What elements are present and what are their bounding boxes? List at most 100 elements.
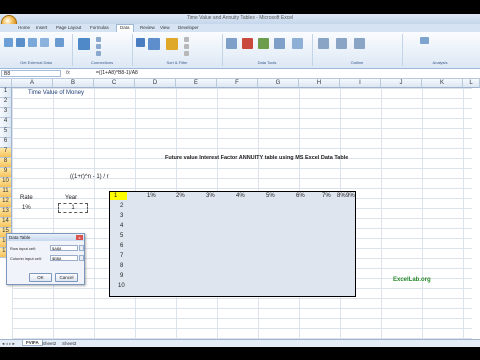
column-header[interactable]: K	[422, 79, 463, 88]
formula-input[interactable]: =((1+A8)^B8-1)/A8	[96, 70, 138, 76]
column-range-picker-icon[interactable]	[79, 255, 84, 261]
tab-insert[interactable]: Insert	[36, 25, 47, 30]
tab-page-layout[interactable]: Page Layout	[56, 25, 81, 30]
column-header[interactable]: I	[340, 79, 381, 88]
year-row-label: 3	[120, 213, 124, 219]
column-header[interactable]: E	[176, 79, 217, 88]
table-heading: Future value Interest Factor ANNUITY tab…	[165, 155, 349, 161]
column-header[interactable]: J	[381, 79, 422, 88]
column-header[interactable]: A	[12, 79, 53, 88]
row-header[interactable]: 8	[0, 158, 12, 168]
watermark: ExcelLab.org	[393, 277, 431, 283]
column-input-label: Column input cell:	[10, 256, 42, 261]
tab-nav-icon[interactable]: ◂ ◃ ▹ ▸	[2, 341, 15, 347]
data-table-range[interactable]	[109, 191, 356, 297]
rate-header: 5%	[266, 193, 275, 199]
row-input-field[interactable]: $A$8	[50, 245, 78, 251]
select-all-corner[interactable]	[0, 79, 12, 88]
column-header[interactable]: C	[94, 79, 135, 88]
fx-icon[interactable]: fx	[66, 70, 70, 76]
sheet-tabs: ◂ ◃ ▹ ▸ FVIFA Sheet2 Sheet3	[0, 339, 480, 347]
column-header[interactable]: H	[299, 79, 340, 88]
ok-button[interactable]: OK	[29, 273, 52, 282]
other-sources-icon[interactable]	[40, 38, 49, 47]
year-row-label: 6	[120, 243, 124, 249]
column-input-field[interactable]: $B$8	[50, 255, 78, 261]
rate-header: 3%	[206, 193, 215, 199]
corner-value: 1	[114, 193, 118, 199]
rate-header: 7%	[322, 193, 331, 199]
year-row-label: 2	[120, 203, 124, 209]
column-header[interactable]: B	[53, 79, 94, 88]
tab-review[interactable]: Review	[140, 25, 155, 30]
year-value-cell[interactable]: 1	[58, 203, 88, 213]
row-header[interactable]: 4	[0, 118, 12, 128]
tab-home[interactable]: Home	[18, 25, 30, 30]
excel-window: Time Value and Annuity Tables - Microsof…	[0, 14, 480, 347]
year-row-label: 9	[120, 273, 124, 279]
row-header[interactable]: 2	[0, 98, 12, 108]
tab-formulas[interactable]: Formulas	[90, 25, 109, 30]
column-header[interactable]: G	[258, 79, 299, 88]
tab-view[interactable]: View	[160, 25, 170, 30]
row-header[interactable]: 9	[0, 168, 12, 178]
year-label: Year	[65, 195, 78, 201]
cancel-button[interactable]: Cancel	[55, 273, 78, 282]
window-title: Time Value and Annuity Tables - Microsof…	[186, 15, 294, 21]
row-header[interactable]: 14	[0, 218, 12, 228]
group-outline: Outline	[312, 34, 403, 66]
row-header[interactable]: 5	[0, 128, 12, 138]
group-icon[interactable]	[318, 38, 329, 49]
row-header[interactable]: 13	[0, 208, 12, 218]
reapply-icon[interactable]	[184, 44, 189, 49]
row-header[interactable]: 11	[0, 188, 12, 198]
group-data-tools: Data Tools	[222, 34, 313, 66]
tab-developer[interactable]: Developer	[178, 25, 199, 30]
properties-icon[interactable]	[96, 44, 101, 49]
row-header[interactable]: 6	[0, 138, 12, 148]
data-analysis-icon[interactable]	[420, 37, 429, 44]
tab-data[interactable]: Data	[116, 24, 134, 32]
remove-duplicates-icon[interactable]	[242, 38, 253, 49]
sheet-tab-sheet3[interactable]: Sheet3	[62, 341, 76, 346]
year-row-label: 4	[120, 223, 124, 229]
access-icon[interactable]	[4, 38, 13, 47]
ungroup-icon[interactable]	[336, 38, 347, 49]
row-header[interactable]: 12	[0, 198, 12, 208]
filter-icon[interactable]	[166, 38, 178, 50]
group-label: Outline	[350, 60, 364, 65]
sheet-tab-sheet2[interactable]: Sheet2	[42, 341, 56, 346]
row-header[interactable]: 10	[0, 178, 12, 188]
web-icon[interactable]	[16, 38, 25, 47]
data-validation-icon[interactable]	[258, 38, 269, 49]
group-connections: Connections	[72, 34, 133, 66]
sort-az-icon[interactable]	[136, 38, 145, 47]
connections-icon[interactable]	[96, 37, 101, 42]
refresh-all-icon[interactable]	[78, 38, 90, 50]
sort-icon[interactable]	[148, 38, 160, 50]
edit-links-icon[interactable]	[96, 51, 101, 56]
close-icon[interactable]: x	[76, 235, 83, 240]
clear-icon[interactable]	[184, 37, 189, 42]
row-header[interactable]: 3	[0, 108, 12, 118]
ribbon-tabs: Home Insert Page Layout Formulas Data Re…	[0, 24, 480, 32]
name-box[interactable]: B8	[1, 70, 61, 77]
subtotal-icon[interactable]	[354, 38, 365, 49]
what-if-analysis-icon[interactable]	[292, 38, 303, 49]
advanced-icon[interactable]	[184, 51, 189, 56]
existing-connections-icon[interactable]	[55, 38, 64, 47]
row-range-picker-icon[interactable]	[79, 245, 84, 251]
row-header[interactable]: 1	[0, 88, 12, 98]
text-to-columns-icon[interactable]	[226, 38, 237, 49]
row-header[interactable]: 7	[0, 148, 12, 158]
sheet-tab-fvifa[interactable]: FVIFA	[22, 340, 43, 346]
consolidate-icon[interactable]	[274, 38, 285, 49]
title-bar: Time Value and Annuity Tables - Microsof…	[0, 14, 480, 24]
column-header[interactable]: D	[135, 79, 176, 88]
text-icon[interactable]	[28, 38, 37, 47]
group-label: Sort & Filter	[166, 60, 188, 65]
rate-value[interactable]: 1%	[22, 205, 31, 211]
column-header[interactable]: L	[463, 79, 480, 88]
rate-label: Rate	[20, 195, 33, 201]
column-header[interactable]: F	[217, 79, 258, 88]
